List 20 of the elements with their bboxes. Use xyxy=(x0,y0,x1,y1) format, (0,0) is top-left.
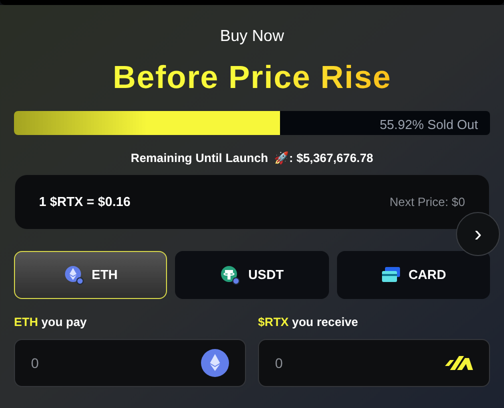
amount-field[interactable]: 0 xyxy=(258,339,490,387)
ethereum-icon xyxy=(64,265,84,285)
subtitle: Buy Now xyxy=(218,27,286,47)
remaining-label: Remaining Until Launch xyxy=(130,150,268,167)
payment-tab[interactable]: CARD xyxy=(336,251,490,299)
brand-logo-icon xyxy=(445,356,473,370)
credit-card-icon xyxy=(380,266,401,284)
field-label: ETH you pay xyxy=(14,314,88,331)
remaining-amount: : $5,367,676.78 xyxy=(289,150,374,167)
next-button[interactable]: › xyxy=(456,212,500,256)
payment-tab[interactable]: USDT xyxy=(175,251,329,299)
next-price: Next Price: $0 xyxy=(390,194,465,211)
rocket-icon: 🚀 xyxy=(274,149,290,167)
amount-field[interactable]: 0 xyxy=(14,339,246,387)
payment-tab[interactable]: ETH xyxy=(14,251,168,299)
current-price: 1 $RTX = $0.16 xyxy=(39,193,130,212)
field-label: $RTX you receive xyxy=(258,314,360,331)
ethereum-icon xyxy=(201,349,229,377)
tether-icon xyxy=(220,265,240,285)
progress-label: 55.92% Sold Out xyxy=(380,116,478,134)
